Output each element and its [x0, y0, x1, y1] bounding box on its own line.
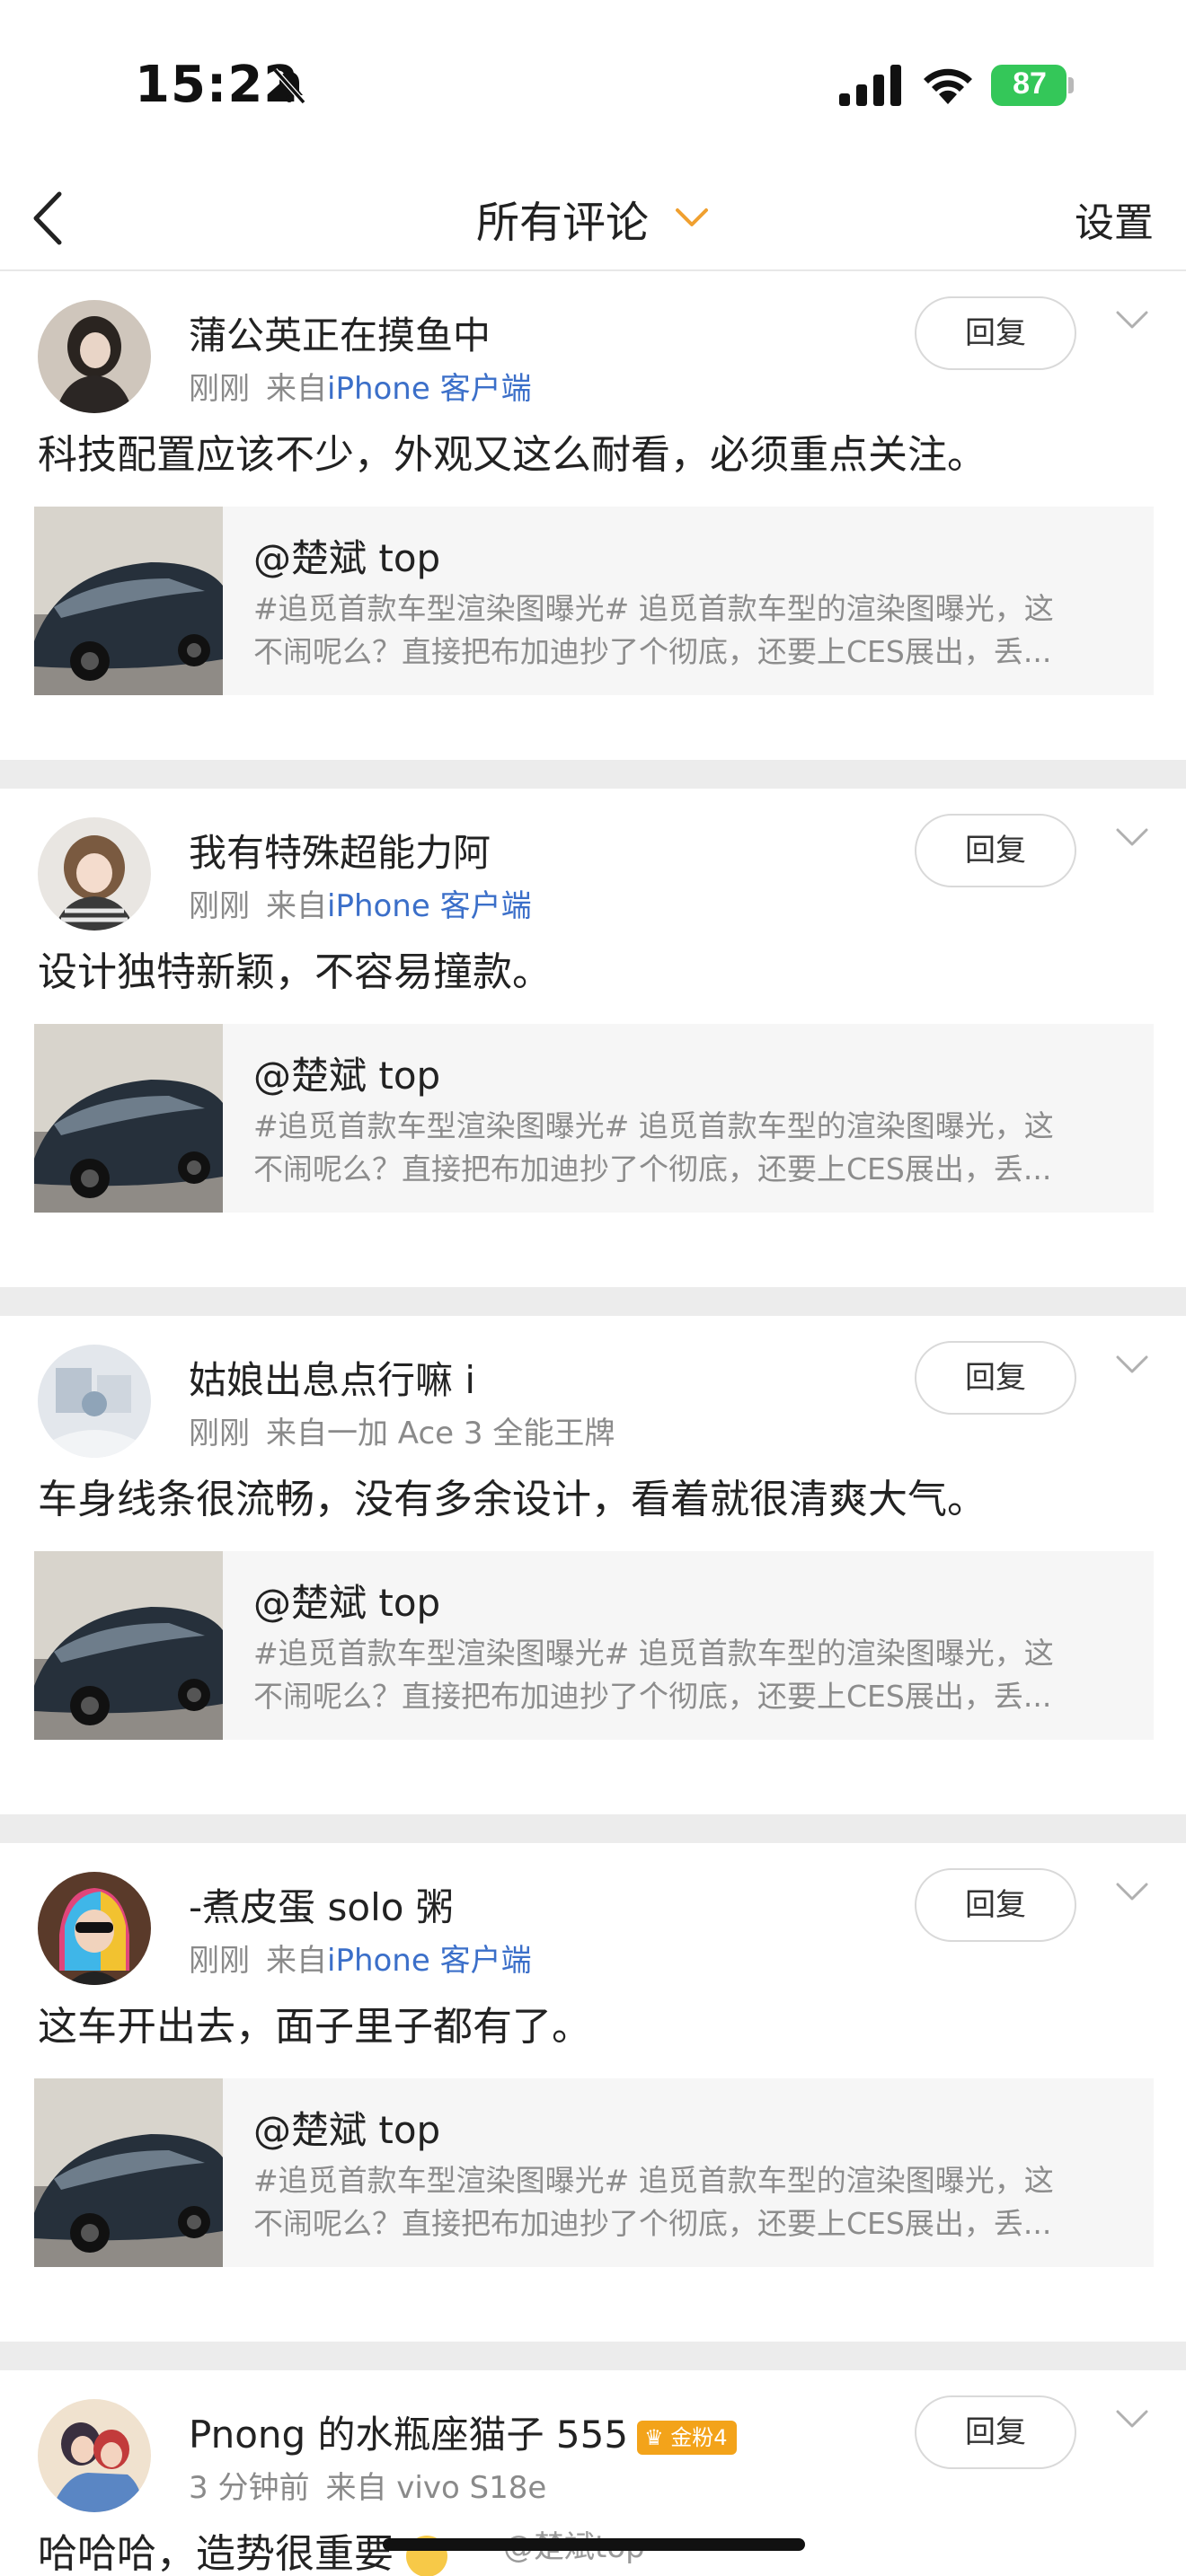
divider — [0, 760, 1186, 789]
card-title: @楚斌 top — [253, 1054, 441, 1098]
divider — [0, 2342, 1186, 2370]
username[interactable]: 蒲公英正在摸鱼中 — [189, 305, 491, 360]
comment-source[interactable]: iPhone 客户端 — [327, 1943, 532, 1979]
comment-meta: 刚刚 来自iPhone 客户端 — [189, 881, 532, 925]
comment-meta: 刚刚 来自iPhone 客户端 — [189, 1936, 532, 1980]
comment-time: 3 分钟前 — [189, 2470, 310, 2506]
page-title[interactable]: 所有评论 — [476, 187, 649, 250]
avatar[interactable] — [38, 1345, 151, 1458]
post-thumbnail — [34, 1551, 223, 1740]
status-bar: 15:22 87 — [0, 0, 1186, 171]
card-title: @楚斌 top — [253, 1581, 441, 1625]
comment-source-prefix: 来自一加 Ace 3 全能王牌 — [266, 1416, 615, 1451]
reply-button[interactable]: 回复 — [915, 1868, 1076, 1942]
reply-button[interactable]: 回复 — [915, 296, 1076, 370]
avatar[interactable] — [38, 2399, 151, 2512]
home-indicator[interactable] — [383, 2538, 805, 2551]
chevron-down-icon[interactable] — [1112, 2406, 1152, 2433]
chevron-down-icon[interactable] — [1112, 1352, 1152, 1379]
comment-source[interactable]: iPhone 客户端 — [327, 888, 532, 924]
comment-time: 刚刚 — [189, 888, 250, 924]
avatar[interactable] — [38, 1872, 151, 1985]
username[interactable]: -煮皮蛋 solo 粥 — [189, 1877, 454, 1932]
comment-text: 这车开出去，面子里子都有了。 — [38, 2004, 591, 2050]
reply-button[interactable]: 回复 — [915, 814, 1076, 887]
post-thumbnail — [34, 2078, 223, 2267]
fan-badge[interactable]: ♛ 金粉4 — [637, 2420, 737, 2455]
chevron-down-icon[interactable] — [1112, 307, 1152, 334]
reply-button[interactable]: 回复 — [915, 2395, 1076, 2469]
comment-text: 车身线条很流畅，没有多余设计，看着就很清爽大气。 — [38, 1477, 987, 1522]
post-thumbnail — [34, 507, 223, 695]
wifi-icon — [924, 68, 972, 104]
comment-meta: 刚刚 来自一加 Ace 3 全能王牌 — [189, 1408, 615, 1452]
comment-time: 刚刚 — [189, 1943, 250, 1979]
avatar[interactable] — [38, 300, 151, 413]
comment-meta: 3 分钟前 来自 vivo S18e — [189, 2463, 546, 2507]
comment-time: 刚刚 — [189, 1416, 250, 1451]
battery-level: 87 — [1013, 66, 1047, 101]
username[interactable]: 姑娘出息点行嘛 i — [189, 1350, 475, 1405]
card-title: @楚斌 top — [253, 2108, 441, 2152]
comment-source-prefix: 来自 — [266, 1943, 327, 1979]
comment-source[interactable]: iPhone 客户端 — [327, 371, 532, 407]
divider — [0, 1814, 1186, 1843]
comment-text: 设计独特新颖，不容易撞款。 — [38, 949, 552, 995]
comment-item: 蒲公英正在摸鱼中 刚刚 来自iPhone 客户端 回复 科技配置应该不少，外观又这… — [0, 271, 1186, 770]
card-description: #追觅首款车型渲染图曝光# 追觅首款车型的渲染图曝光，这 不闹呢么？直接把布加迪… — [253, 1636, 1054, 1714]
chevron-down-icon[interactable] — [672, 198, 712, 237]
settings-button[interactable]: 设置 — [1075, 190, 1154, 248]
comment-meta: 刚刚 来自iPhone 客户端 — [189, 364, 532, 408]
card-description: #追觅首款车型渲染图曝光# 追觅首款车型的渲染图曝光，这 不闹呢么？直接把布加迪… — [253, 1108, 1054, 1187]
cellular-signal-icon — [839, 65, 901, 106]
quoted-post-card[interactable]: @楚斌 top #追觅首款车型渲染图曝光# 追觅首款车型的渲染图曝光，这 不闹呢… — [34, 2078, 1154, 2267]
quoted-post-card[interactable]: @楚斌 top #追觅首款车型渲染图曝光# 追觅首款车型的渲染图曝光，这 不闹呢… — [34, 1551, 1154, 1740]
username[interactable]: 我有特殊超能力阿 — [189, 823, 491, 878]
battery-charging-icon: 87 — [991, 65, 1074, 106]
comment-item: 我有特殊超能力阿 刚刚 来自iPhone 客户端 回复 设计独特新颖，不容易撞款。… — [0, 789, 1186, 1287]
card-description: #追觅首款车型渲染图曝光# 追觅首款车型的渲染图曝光，这 不闹呢么？直接把布加迪… — [253, 2163, 1054, 2241]
bell-slash-icon — [272, 68, 306, 104]
avatar[interactable] — [38, 817, 151, 931]
divider — [0, 1287, 1186, 1316]
post-thumbnail — [34, 1024, 223, 1213]
comment-text: 科技配置应该不少，外观又这么耐看，必须重点关注。 — [38, 432, 987, 478]
comment-source-prefix: 来自 — [266, 888, 327, 924]
username[interactable]: Pnong 的水瓶座猫子 555 ♛ 金粉4 — [189, 2404, 737, 2459]
card-title: @楚斌 top — [253, 536, 441, 580]
chevron-down-icon[interactable] — [1112, 825, 1152, 851]
quoted-post-card[interactable]: @楚斌 top #追觅首款车型渲染图曝光# 追觅首款车型的渲染图曝光，这 不闹呢… — [34, 507, 1154, 695]
quoted-post-card[interactable]: @楚斌 top #追觅首款车型渲染图曝光# 追觅首款车型的渲染图曝光，这 不闹呢… — [34, 1024, 1154, 1213]
comment-item: -煮皮蛋 solo 粥 刚刚 来自iPhone 客户端 回复 这车开出去，面子里子… — [0, 1843, 1186, 2342]
reply-button[interactable]: 回复 — [915, 1341, 1076, 1415]
comment-source-prefix: 来自 vivo S18e — [325, 2470, 547, 2506]
chevron-down-icon[interactable] — [1112, 1879, 1152, 1906]
card-description: #追觅首款车型渲染图曝光# 追觅首款车型的渲染图曝光，这 不闹呢么？直接把布加迪… — [253, 591, 1054, 669]
nav-bar: 所有评论 设置 — [0, 171, 1186, 271]
comment-item: 姑娘出息点行嘛 i 刚刚 来自一加 Ace 3 全能王牌 回复 车身线条很流畅，没… — [0, 1316, 1186, 1814]
chevron-left-icon[interactable] — [27, 187, 72, 250]
comment-source-prefix: 来自 — [266, 371, 327, 407]
comment-time: 刚刚 — [189, 371, 250, 407]
